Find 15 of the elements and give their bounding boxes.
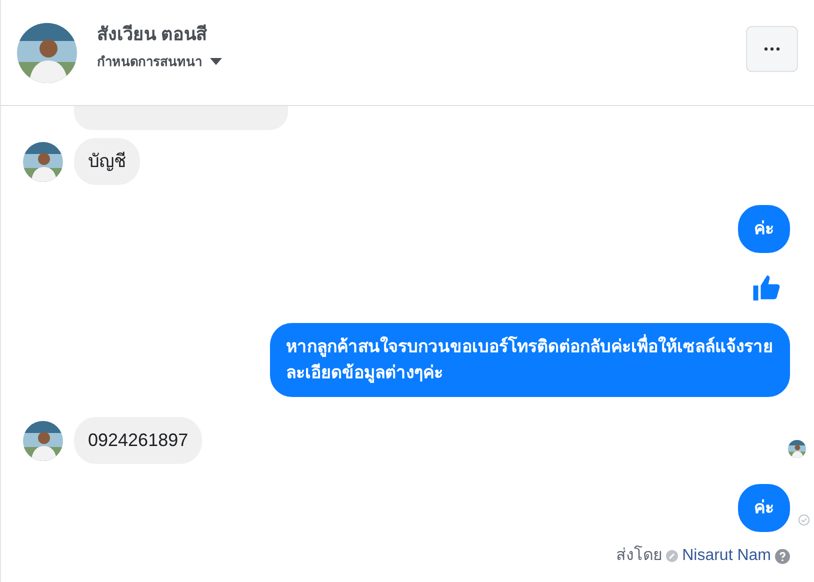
sender-link[interactable]: Nisarut Nam: [682, 544, 771, 568]
message-bubble: 0924261897: [74, 417, 202, 464]
message-bubble: ค่ะ: [738, 484, 790, 532]
caret-icon: [210, 58, 222, 66]
message-bubble: บัญชี: [74, 138, 140, 185]
sent-by-label: ส่งโดย: [616, 544, 662, 566]
contact-name: สังเวียน ตอนสี: [97, 23, 208, 46]
more-options-button[interactable]: [746, 26, 798, 72]
help-icon: [775, 548, 790, 564]
message-bubble: หากลูกค้าสนใจรบกวนขอเบอร์โทรติดต่อกลับค่ะเพื่อให้เซลล์แจ้งรายละเอียดข้อมูลต่างๆค่ะ: [270, 323, 790, 397]
conversation-settings-dropdown[interactable]: กำหนดการสนทนา: [97, 52, 222, 72]
pencil-icon: [666, 550, 678, 562]
message-bubble: ค่ะ: [738, 205, 790, 253]
more-icon: [764, 46, 780, 50]
thumbs-up-icon: [752, 273, 782, 303]
